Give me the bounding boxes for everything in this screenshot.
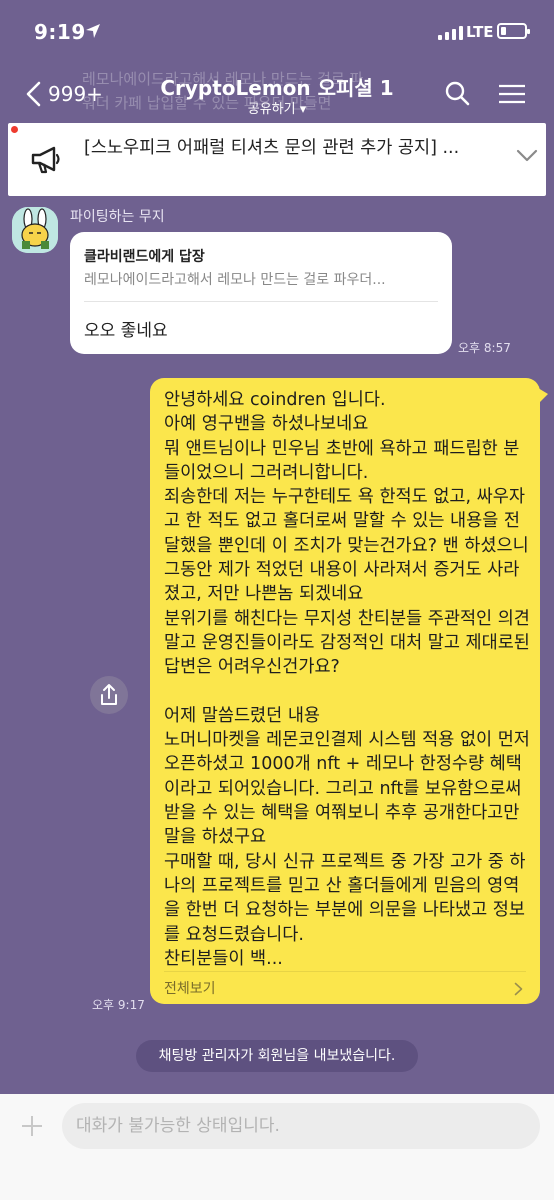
divider <box>84 301 438 302</box>
reply-to-label: 클라비랜드에게 답장 <box>84 249 205 265</box>
status-bar: 9:19 LTE <box>0 0 554 66</box>
signal-icon <box>438 26 463 40</box>
share-button[interactable]: 공유하기 ▾ <box>0 98 554 117</box>
avatar[interactable] <box>12 207 58 253</box>
network-type: LTE <box>466 23 494 41</box>
megaphone-icon <box>31 146 60 174</box>
reply-quote[interactable]: 레모나에이드라고해서 레모나 만드는 걸로 파우더... <box>84 269 438 289</box>
muzi-avatar-icon <box>12 207 58 253</box>
message-input[interactable]: 대화가 불가능한 상태입니다. <box>62 1103 540 1149</box>
see-all-link[interactable]: 전체보기 <box>164 978 216 998</box>
status-time: 9:19 <box>34 20 86 44</box>
location-arrow-icon <box>86 24 100 38</box>
divider <box>164 971 526 972</box>
notice-text: [스노우피크 어패럴 티셔츠 문의 관련 추가 공지] ... <box>84 138 460 158</box>
chevron-right-icon[interactable] <box>514 982 523 996</box>
search-icon[interactable] <box>444 80 470 106</box>
notice-banner[interactable]: [스노우피크 어패럴 티셔츠 문의 관련 추가 공지] ... <box>8 123 546 196</box>
new-dot <box>11 126 18 133</box>
share-icon <box>101 684 117 705</box>
message-bubble-outgoing[interactable]: 안녕하세요 coindren 입니다. 아예 영구밴을 하셨나보네요 뭐 앤트님… <box>150 378 548 1004</box>
chevron-down-icon[interactable] <box>516 149 538 163</box>
message-text: 오오 좋네요 <box>84 321 168 341</box>
sender-name: 파이팅하는 무지 <box>70 209 165 225</box>
chat-title: CryptoLemon 오피셜 1 <box>160 76 394 100</box>
battery-icon <box>497 23 530 39</box>
share-message-button[interactable] <box>90 676 128 714</box>
menu-icon[interactable] <box>498 84 526 104</box>
message-time: 오후 9:17 <box>92 998 145 1012</box>
message-time: 오후 8:57 <box>458 341 511 355</box>
input-bar: 대화가 불가능한 상태입니다. <box>0 1094 554 1200</box>
message-bubble-incoming[interactable]: 클라비랜드에게 답장 레모나에이드라고해서 레모나 만드는 걸로 파우더... … <box>70 232 452 354</box>
plus-icon[interactable] <box>20 1114 44 1138</box>
system-message: 채팅방 관리자가 회원님을 내보냈습니다. <box>136 1040 418 1072</box>
message-text: 안녕하세요 coindren 입니다. 아예 영구밴을 하셨나보네요 뭐 앤트님… <box>164 390 530 969</box>
chat-header: 999+ CryptoLemon 오피셜 1 공유하기 ▾ <box>0 66 554 122</box>
